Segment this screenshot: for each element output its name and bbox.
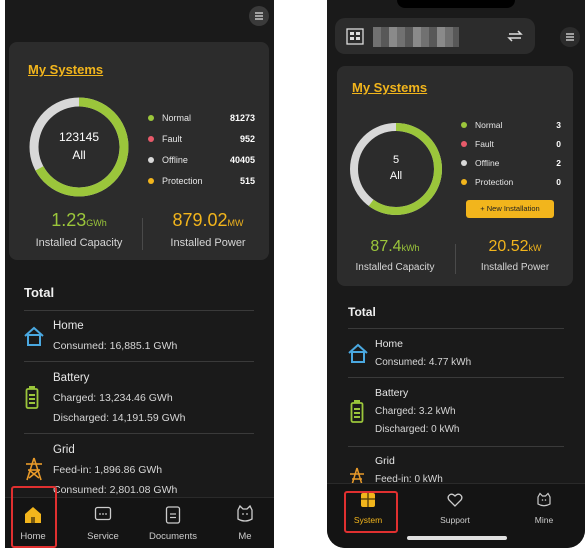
tab-mine[interactable]: Mine [527, 492, 561, 525]
my-systems-link[interactable]: My Systems [352, 80, 427, 95]
menu-button[interactable] [249, 6, 269, 26]
installed-power: 879.02MW Installed Power [170, 210, 246, 249]
cat-face-icon [537, 492, 551, 507]
installed-capacity: 87.4kWh Installed Capacity [355, 238, 435, 273]
chat-icon [94, 506, 112, 521]
tab-documents[interactable]: Documents [145, 506, 201, 542]
tab-support[interactable]: Support [433, 492, 477, 525]
donut-total-label: All [389, 170, 403, 182]
divider [455, 244, 456, 274]
total-heading: Total [348, 305, 376, 319]
my-systems-card: My Systems 5 All Normal 3 Fault 0 Offline 2… [337, 66, 573, 286]
tab-me[interactable]: Me [227, 504, 263, 542]
home-indicator [407, 536, 507, 540]
document-icon [165, 506, 181, 524]
system-screen: My Systems 5 All Normal 3 Fault 0 Offline 2… [327, 0, 585, 548]
legend-normal: Normal 3 [461, 120, 561, 130]
home-row: Home Consumed: 4.77 kWh [375, 338, 472, 368]
tab-service[interactable]: Service [81, 506, 125, 542]
legend-dot [461, 141, 467, 147]
switch-icon[interactable] [507, 28, 523, 44]
installed-capacity: 1.23GWh Installed Capacity [35, 210, 123, 249]
legend-offline: Offline 40405 [148, 155, 255, 165]
home-icon [24, 326, 44, 346]
legend-fault: Fault 952 [148, 134, 255, 144]
highlight-box [344, 491, 398, 533]
site-selector[interactable] [335, 18, 535, 54]
list-icon [255, 12, 263, 20]
battery-row: Battery Charged: 13,234.46 GWh Discharge… [53, 372, 186, 424]
legend-protection: Protection 0 [461, 177, 561, 187]
legend-offline: Offline 2 [461, 158, 561, 168]
divider [348, 328, 564, 329]
new-installation-button[interactable]: + New Installation [466, 200, 554, 218]
list-icon [566, 33, 574, 41]
notch [397, 0, 515, 8]
my-systems-link[interactable]: My Systems [28, 62, 103, 77]
status-donut-chart [350, 123, 442, 215]
divider [348, 377, 564, 378]
highlight-box [11, 486, 57, 548]
legend-protection: Protection 515 [148, 176, 255, 186]
legend-dot [461, 122, 467, 128]
divider [24, 361, 254, 362]
divider [24, 433, 254, 434]
donut-total: 5 [392, 154, 400, 166]
support-icon [447, 493, 463, 507]
divider [348, 446, 564, 447]
divider [24, 310, 254, 311]
battery-icon [350, 400, 364, 423]
total-heading: Total [24, 285, 55, 300]
legend-dot [148, 136, 154, 142]
building-icon [346, 28, 364, 45]
home-icon [348, 343, 368, 363]
pixelated-site-name [373, 27, 459, 47]
home-row: Home Consumed: 16,885.1 GWh [53, 320, 178, 352]
legend-dot [148, 178, 154, 184]
divider [142, 218, 143, 250]
grid-tower-icon [26, 457, 42, 481]
menu-button[interactable] [560, 27, 580, 47]
legend-fault: Fault 0 [461, 139, 561, 149]
legend-normal: Normal 81273 [148, 113, 255, 123]
home-screen: My Systems 123145 All Normal 81273 Fault 9… [5, 0, 274, 548]
donut-total-label: All [72, 148, 86, 162]
legend-dot [148, 157, 154, 163]
cat-face-icon [237, 504, 253, 522]
legend-dot [461, 160, 467, 166]
my-systems-card: My Systems 123145 All Normal 81273 Fault 9… [9, 42, 269, 260]
grid-row: Grid Feed-in: 0 kWh [375, 455, 443, 485]
battery-icon [25, 386, 39, 409]
status-donut-chart [29, 97, 129, 197]
donut-total: 123145 [58, 130, 100, 144]
grid-row: Grid Feed-in: 1,896.86 GWh Consumed: 2,8… [53, 444, 178, 496]
battery-row: Battery Charged: 3.2 kWh Discharged: 0 k… [375, 387, 460, 435]
legend-dot [148, 115, 154, 121]
legend-dot [461, 179, 467, 185]
installed-power: 20.52kW Installed Power [480, 238, 550, 273]
